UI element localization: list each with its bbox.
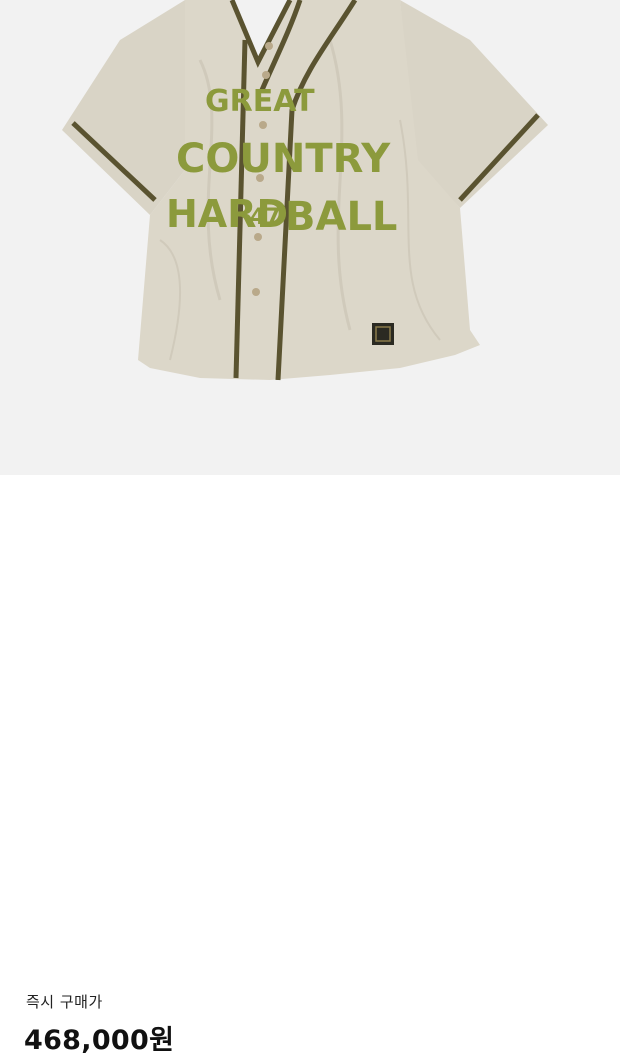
left-sleeve — [62, 0, 185, 215]
jersey-text-line2: COUNTRY — [176, 136, 391, 182]
jersey-text-line3-right: BALL — [285, 194, 397, 240]
jersey-text-line1: GREAT — [205, 84, 315, 119]
price-value: 468,000원 — [24, 1025, 175, 1056]
product-image[interactable]: GREAT COUNTRY HARD 47 BALL — [0, 0, 620, 475]
jersey-image: GREAT COUNTRY HARD 47 BALL — [62, 0, 548, 381]
price-section: 즉시 구매가 468,000원 — [0, 475, 620, 1056]
price-label: 즉시 구매가 — [26, 993, 103, 1011]
jersey-text-number: 47 — [250, 205, 281, 230]
